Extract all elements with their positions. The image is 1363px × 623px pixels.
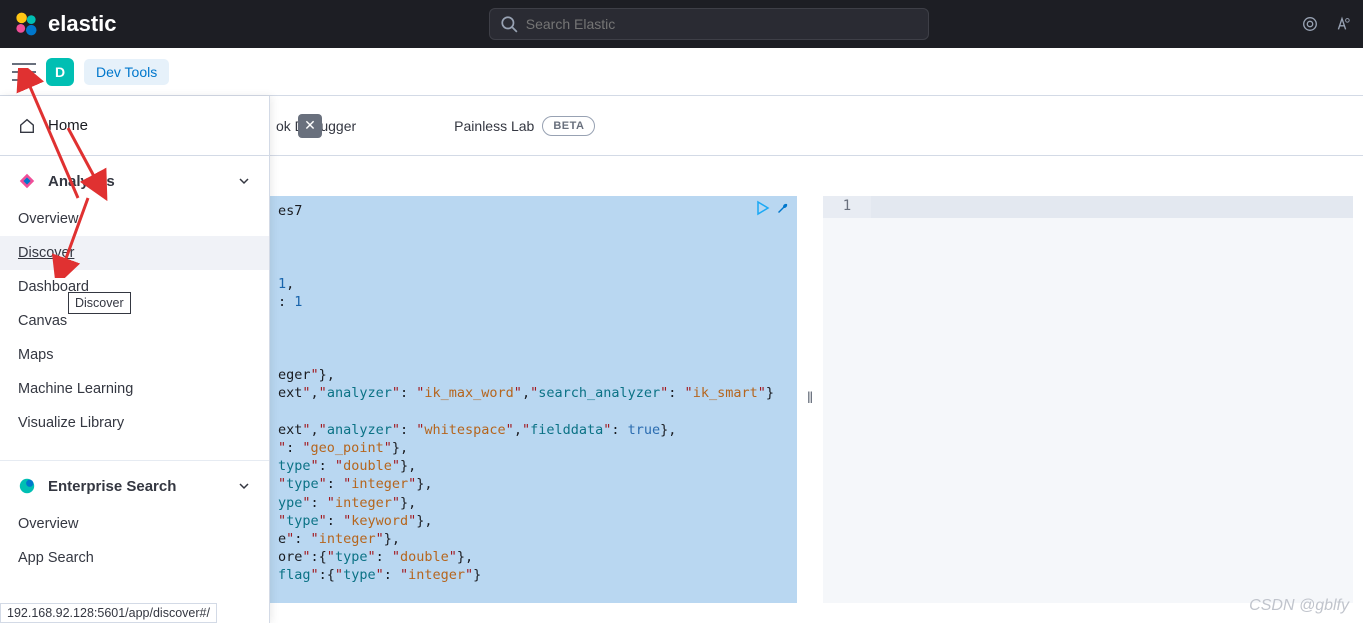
editor-content[interactable]: es7 1, : 1 eger"}, ext","analyzer": "ik_…	[270, 196, 797, 603]
search-input[interactable]	[526, 16, 918, 32]
space-badge[interactable]: D	[46, 58, 74, 86]
nav-item-dashboard[interactable]: Dashboard	[0, 270, 269, 304]
nav-item-ml[interactable]: Machine Learning	[0, 372, 269, 406]
chevron-down-icon	[237, 174, 251, 188]
chevron-down-icon	[237, 479, 251, 493]
play-icon[interactable]	[755, 200, 771, 216]
nav-item-overview[interactable]: Overview	[0, 202, 269, 236]
status-bar-url: 192.168.92.128:5601/app/discover#/	[0, 603, 217, 623]
enterprise-search-icon	[18, 477, 36, 495]
newsfeed-icon[interactable]	[1301, 15, 1319, 33]
tab-painless-lab[interactable]: Painless Lab BETA	[450, 110, 599, 142]
side-navigation: Home Analytics Overview Discover Dashboa…	[0, 96, 270, 623]
nav-item-visualize[interactable]: Visualize Library	[0, 406, 269, 440]
nav-item-canvas[interactable]: Canvas	[0, 304, 269, 338]
help-icon[interactable]	[1333, 15, 1351, 33]
global-search[interactable]	[489, 8, 929, 40]
nav-item-discover[interactable]: Discover	[0, 236, 269, 270]
home-icon	[18, 117, 36, 135]
beta-badge: BETA	[542, 116, 595, 136]
nav-item-app-search[interactable]: App Search	[0, 541, 269, 575]
pane-resizer[interactable]: ‖	[797, 196, 823, 603]
elastic-logo[interactable]: elastic	[12, 10, 117, 38]
tooltip-discover: Discover	[68, 292, 131, 314]
app-topbar: D Dev Tools	[0, 48, 1363, 96]
output-line-number: 1	[823, 196, 871, 218]
analytics-items: Overview Discover Dashboard Canvas Maps …	[0, 202, 269, 454]
brand-text: elastic	[48, 11, 117, 37]
search-icon	[500, 15, 518, 33]
nav-item-es-overview[interactable]: Overview	[0, 507, 269, 541]
section-enterprise-search[interactable]: Enterprise Search	[0, 461, 269, 507]
analytics-icon	[18, 172, 36, 190]
close-icon[interactable]: ✕	[298, 114, 322, 138]
global-header: elastic	[0, 0, 1363, 48]
nav-item-maps[interactable]: Maps	[0, 338, 269, 372]
wrench-icon[interactable]	[775, 200, 791, 216]
watermark: CSDN @gblfy	[1249, 597, 1349, 615]
ent-search-items: Overview App Search	[0, 507, 269, 589]
elastic-logo-icon	[12, 10, 40, 38]
console-editor[interactable]: es7 1, : 1 eger"}, ext","analyzer": "ik_…	[270, 196, 797, 603]
console-output[interactable]: 1	[823, 196, 1353, 603]
nav-home[interactable]: Home	[0, 96, 269, 156]
nav-toggle-button[interactable]	[12, 63, 36, 81]
section-analytics[interactable]: Analytics	[0, 156, 269, 202]
breadcrumb-current[interactable]: Dev Tools	[84, 59, 169, 85]
